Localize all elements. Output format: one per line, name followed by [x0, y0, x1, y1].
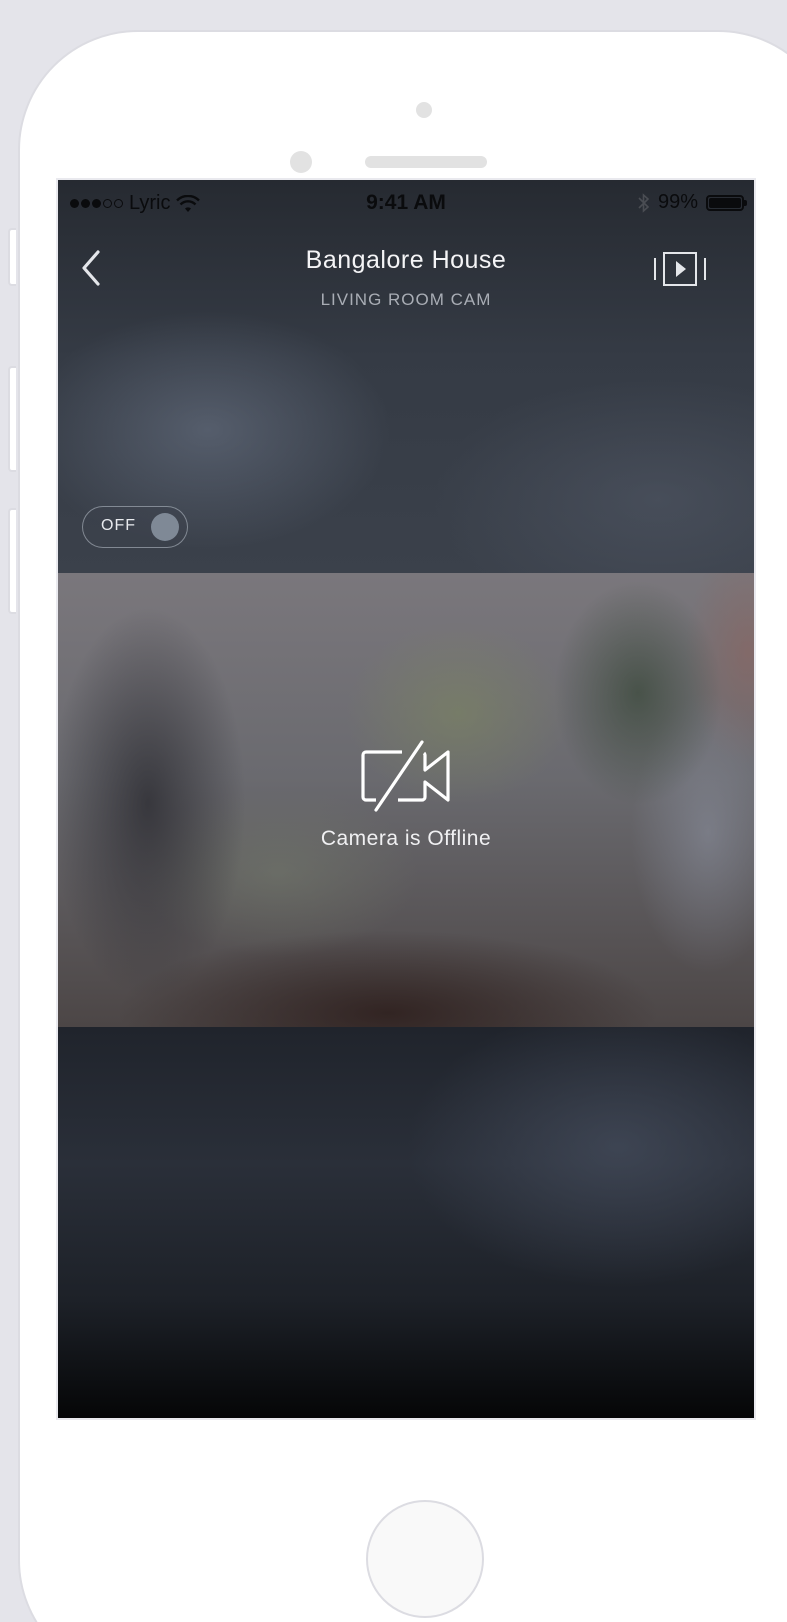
app-screen: Lyric 9:41 AM 99% Bangalore House LIVING… [56, 178, 756, 1420]
battery-level-fill [709, 197, 741, 208]
phone-speaker [365, 156, 487, 168]
toggle-knob [151, 513, 179, 541]
clip-play-icon [654, 252, 706, 286]
camera-off-icon [360, 740, 452, 812]
status-bar: Lyric 9:41 AM 99% [58, 180, 754, 226]
phone-sensor [416, 102, 432, 118]
battery-icon [706, 194, 747, 211]
phone-front-camera [290, 151, 312, 173]
camera-power-toggle[interactable]: OFF [82, 506, 188, 548]
clips-button[interactable] [652, 250, 708, 288]
page-title: Bangalore House [305, 246, 507, 274]
phone-side-button-volume-down [8, 508, 16, 614]
phone-side-button-volume-up [8, 366, 16, 472]
bluetooth-icon [638, 192, 650, 213]
page: Lyric 9:41 AM 99% Bangalore House LIVING… [0, 0, 787, 1622]
lower-background [58, 1027, 754, 1418]
toggle-label: OFF [101, 517, 136, 534]
battery-percent: 99% [657, 191, 698, 213]
status-right: 99% [638, 191, 747, 214]
phone-side-button-mute [8, 228, 16, 286]
home-button[interactable] [366, 1500, 484, 1618]
camera-name-subtitle: LIVING ROOM CAM [320, 290, 492, 309]
camera-offline-message: Camera is Offline [320, 827, 492, 850]
